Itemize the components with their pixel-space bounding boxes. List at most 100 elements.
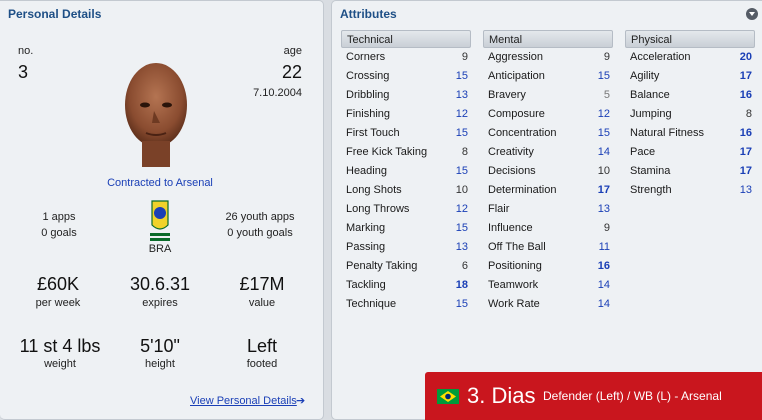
- weight-value: 11 st 4 lbs: [19, 336, 101, 356]
- attribute-row: Agility 17: [625, 67, 755, 86]
- wage-label: per week: [35, 297, 81, 309]
- attribute-value: 13: [739, 184, 752, 196]
- attribute-name: Finishing: [346, 108, 391, 120]
- attribute-name: Stamina: [630, 165, 671, 177]
- attribute-value: 6: [461, 260, 468, 272]
- attribute-name: Pace: [630, 146, 656, 158]
- attribute-value: 15: [455, 127, 468, 139]
- attribute-value: 11: [598, 241, 610, 253]
- attribute-name: Work Rate: [488, 298, 540, 310]
- attribute-row: Stamina 17: [625, 162, 755, 181]
- attribute-value: 17: [597, 184, 610, 196]
- attribute-value: 13: [597, 203, 610, 215]
- attribute-name: Marking: [346, 222, 386, 234]
- attribute-name: Acceleration: [630, 51, 691, 63]
- attribute-value: 15: [597, 127, 610, 139]
- attribute-name: Decisions: [488, 165, 536, 177]
- attribute-name: Flair: [488, 203, 510, 215]
- attribute-value: 16: [739, 127, 752, 139]
- attribute-row: Long Throws 12: [341, 200, 471, 219]
- attribute-name: Long Shots: [346, 184, 402, 196]
- preferred-foot-label: footed: [246, 358, 278, 370]
- attribute-row: Work Rate 14: [483, 295, 613, 314]
- youth-apps: 26 youth apps: [225, 211, 295, 223]
- player-face: [116, 59, 196, 169]
- attribute-name: Aggression: [488, 51, 544, 63]
- arrow-right-icon[interactable]: ➔: [296, 394, 305, 407]
- transfer-value: £17M: [239, 274, 285, 294]
- attribute-name: Determination: [488, 184, 557, 196]
- attribute-row: Concentration 15: [483, 124, 613, 143]
- attribute-value: 15: [455, 222, 468, 234]
- attribute-row: Anticipation 15: [483, 67, 613, 86]
- age-value: 22: [281, 62, 302, 82]
- physical-column: Physical Acceleration 20 Agility 17 Balance 1…: [625, 30, 755, 200]
- attribute-row: Creativity 14: [483, 143, 613, 162]
- attribute-name: Jumping: [630, 108, 672, 120]
- personal-details-title: Personal Details: [8, 7, 102, 21]
- player-position-club: Defender (Left) / WB (L) - Arsenal: [543, 389, 722, 403]
- attributes-panel: Attributes Technical Corners 9 Crossing 15 D…: [331, 0, 762, 420]
- chevron-down-icon[interactable]: [746, 8, 758, 20]
- contract-expiry-label: expires: [142, 297, 178, 309]
- attribute-row: Heading 15: [341, 162, 471, 181]
- attribute-value: 16: [739, 89, 752, 101]
- attribute-row: Positioning 16: [483, 257, 613, 276]
- attribute-name: Dribbling: [346, 89, 390, 101]
- attribute-value: 15: [455, 70, 468, 82]
- date-of-birth: 7.10.2004: [253, 87, 302, 99]
- attribute-name: Tackling: [346, 279, 386, 291]
- wage-value: £60K: [36, 274, 80, 294]
- attribute-row: Strength 13: [625, 181, 755, 200]
- attribute-name: Crossing: [346, 70, 390, 82]
- attribute-value: 12: [455, 203, 468, 215]
- attribute-row: Dribbling 13: [341, 86, 471, 105]
- attribute-value: 8: [745, 108, 752, 120]
- nation-code: BRA: [148, 243, 172, 255]
- youth-goals: 0 youth goals: [227, 227, 293, 239]
- attribute-name: Penalty Taking: [346, 260, 418, 272]
- attribute-row: Long Shots 10: [341, 181, 471, 200]
- attribute-name: Free Kick Taking: [346, 146, 428, 158]
- attribute-name: Influence: [488, 222, 533, 234]
- attribute-row: Composure 12: [483, 105, 613, 124]
- attribute-name: First Touch: [346, 127, 400, 139]
- attribute-name: Technique: [346, 298, 397, 310]
- attribute-row: Free Kick Taking 8: [341, 143, 471, 162]
- attribute-value: 18: [455, 279, 468, 291]
- attribute-row: Technique 15: [341, 295, 471, 314]
- attribute-value: 15: [455, 165, 468, 177]
- weight-label: weight: [44, 358, 76, 370]
- age-label: age: [283, 45, 302, 57]
- attribute-row: Crossing 15: [341, 67, 471, 86]
- attribute-row: Determination 17: [483, 181, 613, 200]
- attribute-row: Tackling 18: [341, 276, 471, 295]
- attribute-row: Corners 9: [341, 48, 471, 67]
- attribute-value: 14: [597, 298, 610, 310]
- attribute-row: Finishing 12: [341, 105, 471, 124]
- attribute-name: Strength: [630, 184, 672, 196]
- contract-club-link[interactable]: Contracted to Arsenal: [60, 177, 260, 189]
- attribute-value: 10: [597, 165, 610, 177]
- attribute-row: Marking 15: [341, 219, 471, 238]
- player-name-bar: 3. Dias Defender (Left) / WB (L) - Arsen…: [425, 372, 762, 420]
- physical-header: Physical: [625, 30, 755, 48]
- attribute-value: 15: [597, 70, 610, 82]
- attribute-row: Decisions 10: [483, 162, 613, 181]
- attribute-value: 14: [597, 279, 610, 291]
- attribute-row: Passing 13: [341, 238, 471, 257]
- attribute-name: Anticipation: [488, 70, 545, 82]
- brazil-flag-icon: [437, 389, 459, 404]
- attribute-row: Off The Ball 11: [483, 238, 613, 257]
- attribute-name: Passing: [346, 241, 386, 253]
- attribute-name: Positioning: [488, 260, 542, 272]
- attribute-row: Influence 9: [483, 219, 613, 238]
- squad-number-value: 3: [18, 62, 29, 82]
- attribute-value: 13: [455, 241, 468, 253]
- attribute-name: Off The Ball: [488, 241, 546, 253]
- attribute-row: Jumping 8: [625, 105, 755, 124]
- view-personal-details-link[interactable]: View Personal Details: [190, 395, 297, 407]
- preferred-foot-value: Left: [246, 336, 278, 356]
- senior-goals: 0 goals: [41, 227, 77, 239]
- mental-column: Mental Aggression 9 Anticipation 15 Bravery 5…: [483, 30, 613, 314]
